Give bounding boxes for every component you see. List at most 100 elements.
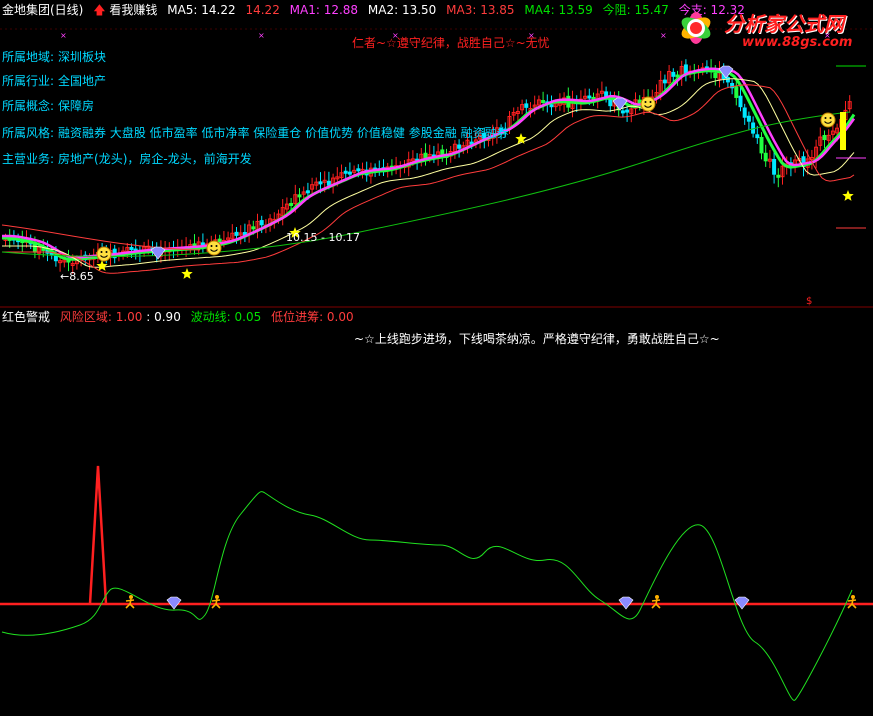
info-key: 所属风格: — [2, 126, 55, 140]
gem-shape — [612, 97, 628, 111]
smiley-icon — [96, 246, 112, 262]
gem-icon — [612, 97, 628, 111]
smiley-face — [206, 240, 222, 256]
candle-body — [251, 226, 256, 230]
smiley-face — [820, 112, 836, 128]
ma2-value: MA2: 13.50 — [367, 3, 437, 17]
candle-body — [457, 144, 462, 149]
candle-body — [343, 170, 348, 174]
info-key: 所属地域: — [2, 50, 55, 64]
runner-head — [129, 595, 133, 599]
ma4-value: MA4: 13.59 — [524, 3, 593, 17]
indicator-name[interactable]: 看我赚钱 — [109, 3, 157, 17]
info-business: 主营业务: 房地产(龙头)，房企-龙头，前海开发 — [2, 150, 252, 167]
ma5-value: MA5: 14.22 — [167, 3, 236, 17]
candle-body — [822, 134, 827, 141]
smiley-icon — [206, 240, 222, 256]
ma3-value: MA3: 13.85 — [446, 3, 515, 17]
gem-shape — [150, 246, 166, 260]
info-concept: 所属概念: 保障房 — [2, 97, 94, 114]
low-position-value: 低位进筹: 0.00 — [271, 310, 354, 324]
dollar-marker: $ — [806, 296, 812, 307]
candle-body — [776, 174, 781, 178]
wave-value: 波动线: 0.05 — [190, 310, 262, 324]
candle-body — [318, 181, 323, 185]
candle-body — [356, 168, 361, 172]
gem-shape — [618, 596, 634, 610]
low-price-value: 8.65 — [69, 270, 94, 283]
smiley-icon — [640, 96, 656, 112]
logo-url-text: www.88gs.com — [742, 35, 853, 50]
candle-body — [725, 76, 730, 83]
up-arrow-icon: 🡅 — [93, 3, 106, 17]
candle-body — [53, 255, 58, 262]
svg-text:×: × — [258, 31, 265, 40]
info-key: 所属行业: — [2, 74, 55, 88]
candle-body — [625, 109, 630, 113]
motto-text: 仁者~☆遵守纪律，战胜自己☆~无忧 — [352, 36, 550, 50]
candle-body — [524, 103, 529, 108]
stock-name[interactable]: 金地集团(日线) — [2, 3, 83, 17]
candle-body — [763, 152, 768, 162]
candle-body — [541, 100, 546, 104]
gem-icon — [150, 246, 166, 260]
candle-body — [671, 71, 676, 77]
low-price-label: ←8.65 — [60, 270, 94, 283]
sub-indicator-header: 红色警戒 风险区域: 1.00 : 0.90 波动线: 0.05 低位进筹: 0… — [2, 310, 360, 324]
candle-body — [713, 72, 718, 79]
svg-text:×: × — [660, 31, 667, 40]
smiley-eye — [210, 245, 213, 247]
smiley-face — [640, 96, 656, 112]
left-arrow-icon: ← — [60, 270, 70, 283]
candle-body — [772, 158, 777, 175]
info-value: 房地产(龙头)，房企-龙头，前海开发 — [58, 152, 252, 166]
info-value: 全国地产 — [58, 74, 107, 88]
candle-body — [305, 190, 310, 194]
candle-body — [738, 95, 743, 108]
ma1-value: MA1: 12.88 — [289, 3, 359, 17]
smiley-eye — [824, 117, 827, 119]
ma-yellow-line — [2, 78, 855, 268]
candle-body — [423, 152, 428, 159]
sub-indicator-name[interactable]: 红色警戒 — [2, 310, 50, 324]
candle-body — [234, 231, 239, 236]
runner-head — [215, 595, 219, 599]
indicator-header: 金地集团(日线) 🡅 看我赚钱 MA5: 14.22 14.22 MA1: 12… — [2, 2, 751, 18]
flower-logo-icon — [681, 12, 711, 44]
candle-body — [746, 115, 751, 122]
candle-body — [755, 134, 760, 139]
info-key: 所属概念: — [2, 99, 55, 113]
info-value: 保障房 — [58, 99, 95, 113]
info-style: 所属风格: 融资融券 大盘股 低市盈率 低市净率 保险重仓 价值优势 价值稳健 参… — [2, 124, 509, 141]
gem-icon — [734, 596, 750, 610]
candle-body — [587, 95, 592, 99]
runner-head — [655, 595, 659, 599]
candle-body — [347, 171, 352, 175]
candle-body — [259, 220, 264, 226]
sub-slogan: ~☆上线跑步进场，下线喝茶纳凉。严格遵守纪律，勇敢战胜自己☆~ — [354, 332, 720, 346]
candle-body — [683, 64, 688, 75]
logo-cn-text: 分析家公式网 — [724, 12, 844, 36]
smiley-eye — [829, 117, 832, 119]
runner-icon — [211, 595, 221, 609]
info-region: 所属地域: 深圳板块 — [2, 48, 106, 65]
candle-body — [620, 110, 625, 114]
site-logo[interactable]: 分析家公式网 www.88gs.com — [672, 4, 867, 56]
risk-value-2: : 0.90 — [146, 310, 181, 324]
info-industry: 所属行业: 全国地产 — [2, 72, 106, 89]
risk-value: 风险区域: 1.00 — [59, 310, 143, 324]
gem-shape — [734, 596, 750, 610]
candle-body — [289, 202, 294, 206]
risk-spike — [88, 465, 108, 605]
candle-body — [662, 79, 667, 84]
gem-shape — [166, 596, 182, 610]
smiley-icon — [820, 112, 836, 128]
runner-icon — [125, 595, 135, 609]
candle-body — [734, 86, 739, 98]
smiley-eye — [105, 251, 108, 253]
candle-body — [129, 246, 134, 250]
candle-body — [326, 180, 331, 186]
sub-indicator-plot: $ — [0, 296, 873, 701]
resist-value: 今阻: 15.47 — [602, 3, 669, 17]
smiley-face — [96, 246, 112, 262]
